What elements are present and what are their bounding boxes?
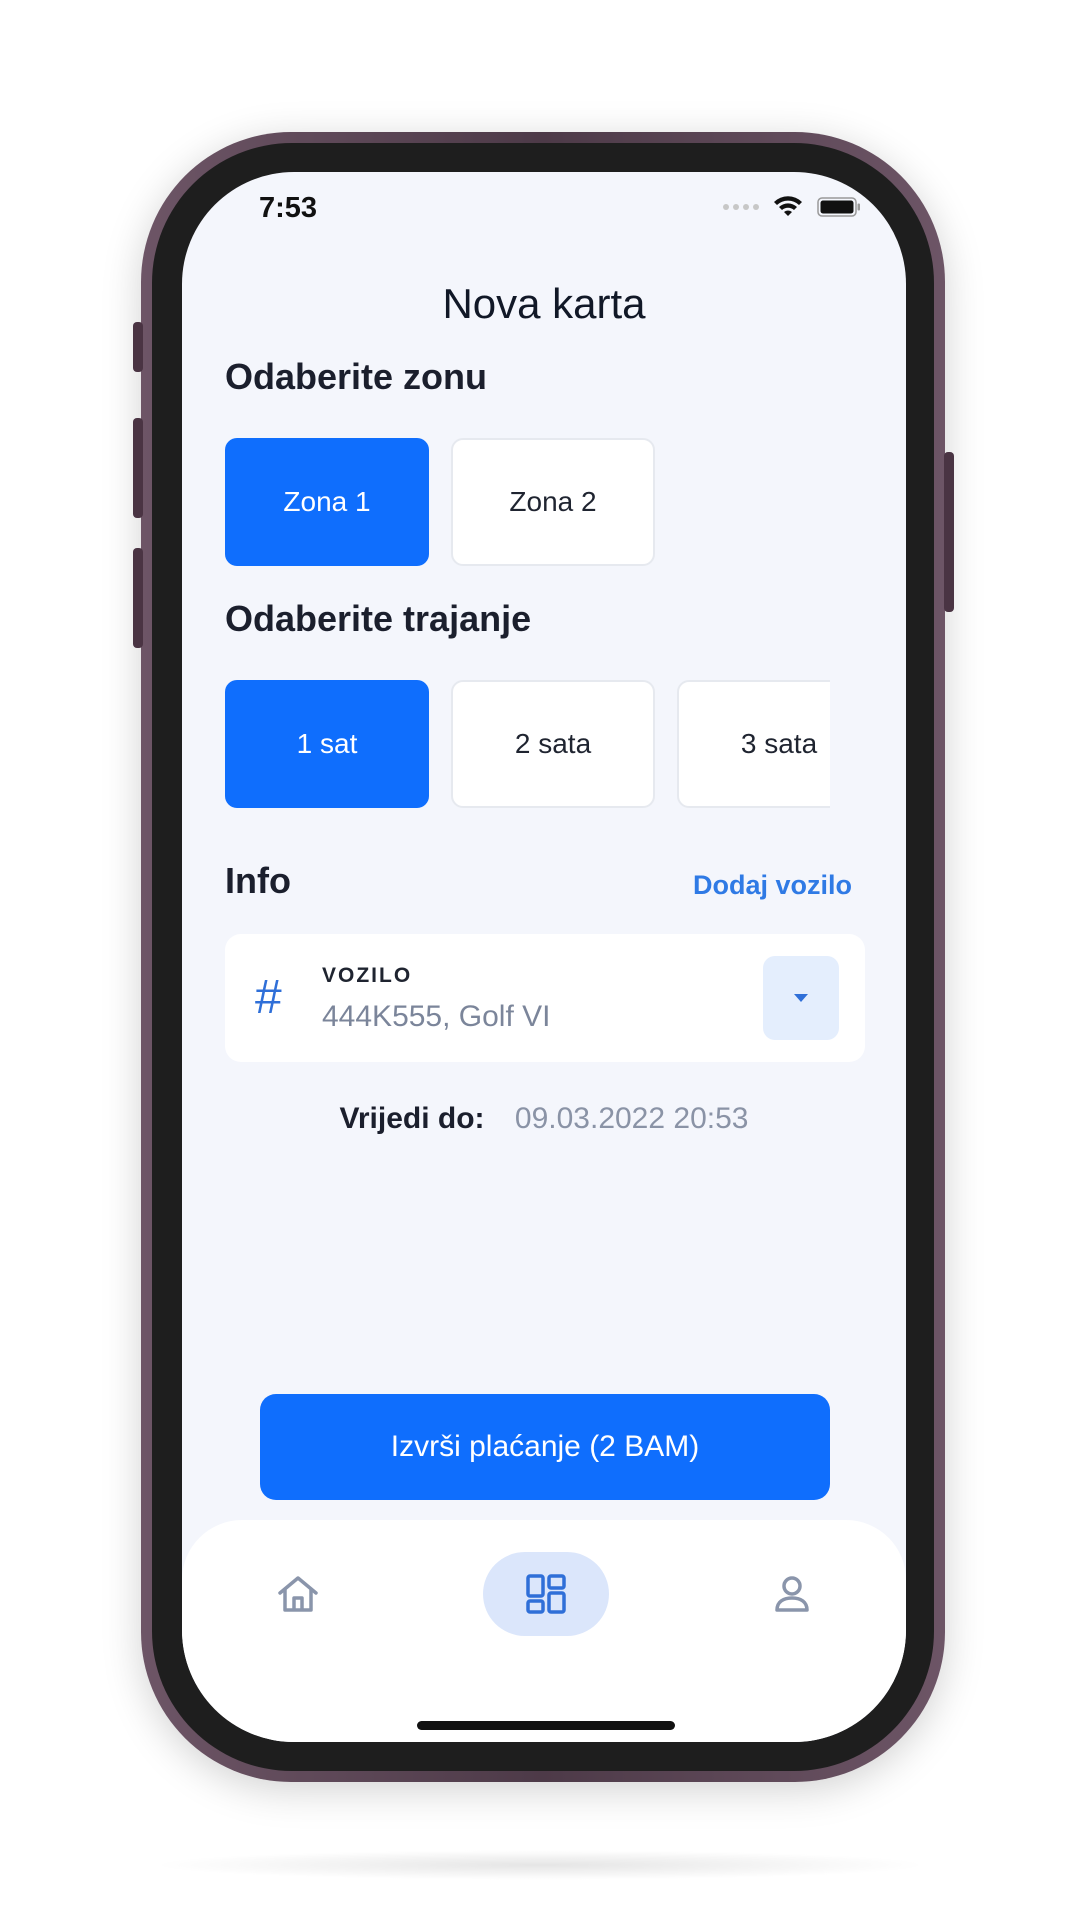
vehicle-select[interactable]: # VOZILO 444K555, Golf VI [225,934,865,1062]
wifi-icon [774,196,802,216]
nav-profile[interactable] [762,1564,822,1624]
zone-option-2[interactable]: Zona 2 [451,438,655,566]
dashboard-icon [526,1574,566,1614]
valid-until-label: Vrijedi do: [339,1102,485,1135]
add-vehicle-link[interactable]: Dodaj vozilo [693,870,852,901]
duration-section-heading: Odaberite trajanje [225,598,532,639]
vehicle-dropdown-button[interactable] [763,956,839,1040]
zone-options: Zona 1 Zona 2 [225,438,655,566]
vehicle-field-value: 444K555, Golf VI [322,1000,551,1033]
zone-section-heading: Odaberite zonu [225,356,488,397]
app-screen: 7:53 Nova karta Odaberite zonu Zona 1 Zo… [182,172,906,1742]
pay-button[interactable]: Izvrši plaćanje (2 BAM) [260,1394,830,1500]
nav-tickets[interactable] [483,1552,609,1636]
status-time: 7:53 [259,192,318,224]
valid-until-row: Vrijedi do: 09.03.2022 20:53 [182,1102,906,1136]
volume-down-button [133,548,143,648]
vehicle-field-label: VOZILO [322,964,413,987]
zone-option-1[interactable]: Zona 1 [225,438,429,566]
home-indicator[interactable] [417,1721,675,1730]
battery-icon [817,197,860,217]
hash-icon: # [255,971,282,1024]
duration-option-2[interactable]: 2 sata [451,680,655,808]
valid-until-value: 09.03.2022 20:53 [514,1102,749,1135]
user-icon [775,1576,809,1612]
duration-option-3[interactable]: 3 sata [677,680,830,808]
bottom-navigation [182,1520,906,1742]
duration-options[interactable]: 1 sat 2 sata 3 sata [225,680,830,808]
page-title: Nova karta [442,280,646,327]
nav-home[interactable] [268,1564,328,1624]
info-section-heading: Info [225,860,291,901]
silent-switch [133,322,143,372]
cellular-signal-icon [723,204,759,210]
phone-shadow [150,1850,930,1880]
power-button [944,452,954,612]
volume-up-button [133,418,143,518]
caret-down-icon [794,994,808,1002]
home-icon [278,1576,318,1612]
status-icons [723,196,861,218]
duration-option-1[interactable]: 1 sat [225,680,429,808]
